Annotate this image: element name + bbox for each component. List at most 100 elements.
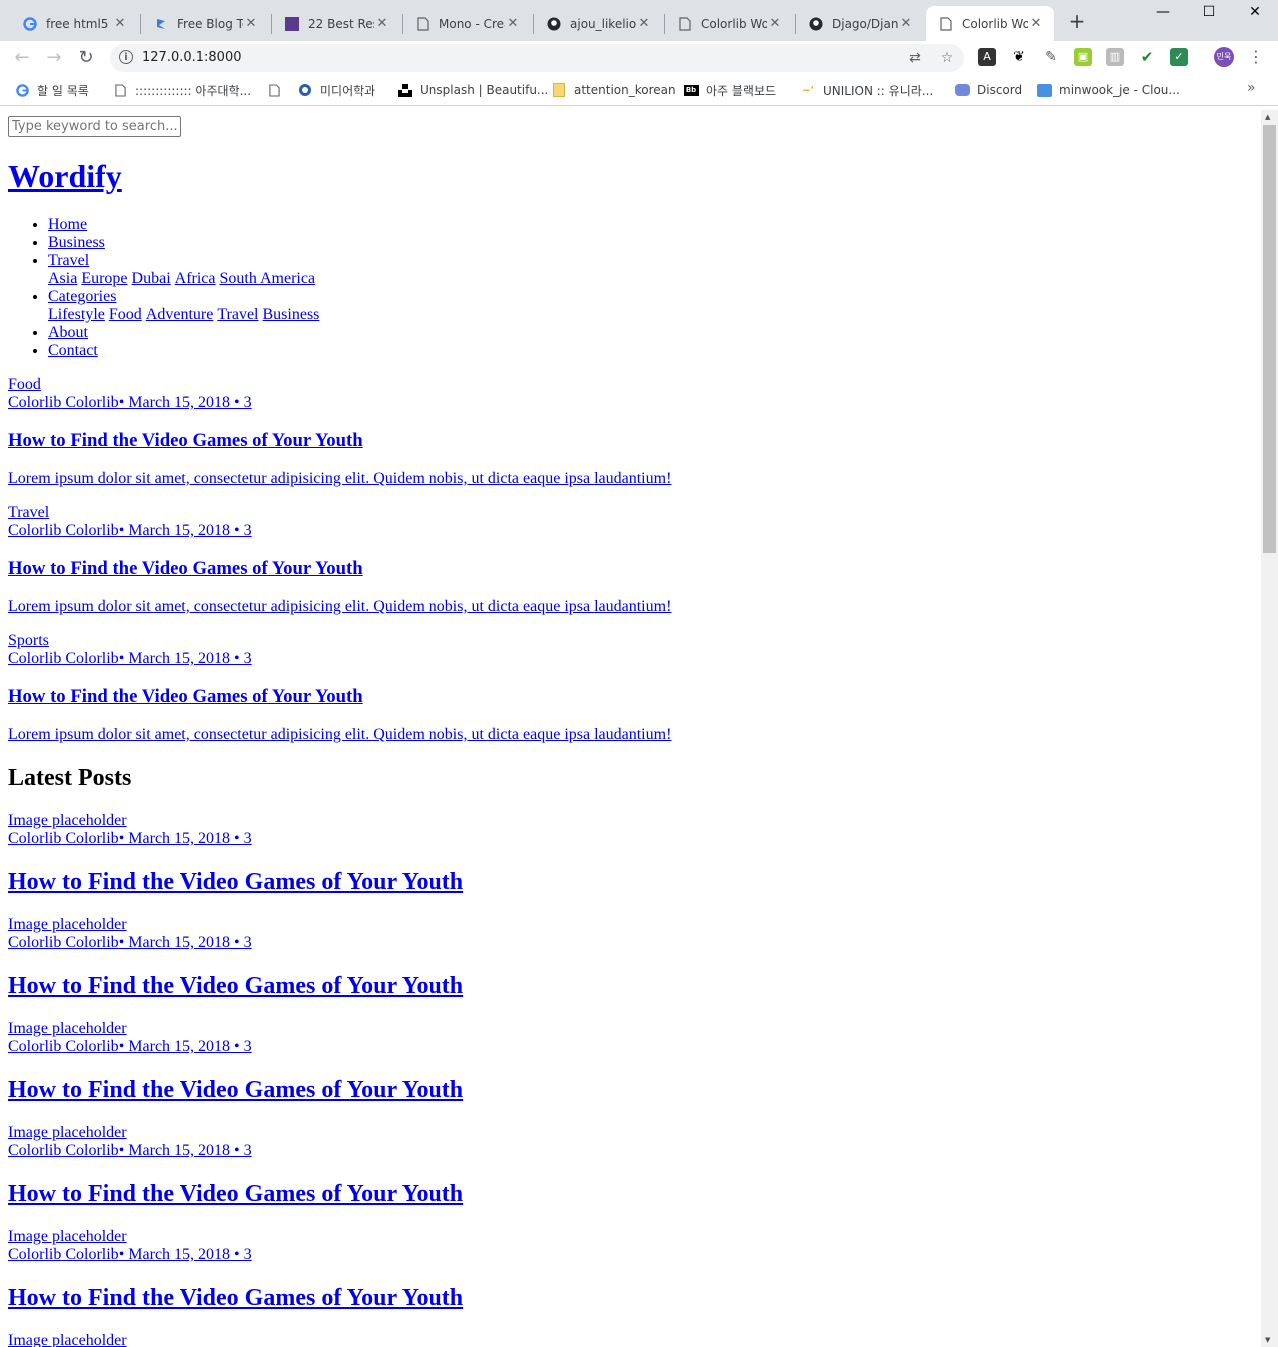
close-window-button[interactable]: ✕ [1232, 0, 1278, 28]
post-title-link[interactable]: How to Find the Video Games of Your Yout… [8, 869, 463, 895]
browser-tab[interactable]: Mono - Crea ✕ [403, 6, 531, 41]
bookmark-item[interactable]: :::::::::::::: 아주대학... [112, 81, 251, 99]
nav-link-home[interactable]: Home [48, 216, 87, 233]
nav-link-categories[interactable]: Categories [48, 288, 116, 305]
post-title-link[interactable]: How to Find the Video Games of Your Yout… [8, 1077, 463, 1103]
browser-tab-active[interactable]: Colorlib Wo ✕ [926, 6, 1054, 41]
latest-post: Image placeholder Colorlib Colorlib• Mar… [8, 1228, 1253, 1312]
bookmarks-overflow-button[interactable]: » [1247, 80, 1256, 96]
bookmark-item[interactable]: 미디어학과 [297, 81, 375, 99]
post-category-link[interactable]: Food [8, 376, 1253, 394]
extension-icon[interactable]: ❦ [1010, 48, 1028, 66]
translate-icon[interactable]: ⇄ [906, 49, 924, 67]
post-image-alt[interactable]: Image placeholder [8, 1124, 1253, 1142]
post-category-link[interactable]: Sports [8, 632, 1253, 650]
post-meta-link[interactable]: Colorlib Colorlib• March 15, 2018 • 3 [8, 1142, 1253, 1160]
close-tab-icon[interactable]: ✕ [505, 16, 521, 31]
post-title-link[interactable]: How to Find the Video Games of Your Yout… [8, 686, 363, 707]
scrollbar-thumb[interactable] [1263, 125, 1276, 553]
post-title-link[interactable]: How to Find the Video Games of Your Yout… [8, 1181, 463, 1207]
minimize-button[interactable]: — [1140, 0, 1186, 28]
post-title-link[interactable]: How to Find the Video Games of Your Yout… [8, 430, 363, 451]
page-scrollbar[interactable]: ▲ ▼ [1261, 110, 1278, 1347]
scroll-down-arrow-icon[interactable]: ▼ [1265, 1336, 1270, 1344]
post-category-link[interactable]: Travel [8, 504, 1253, 522]
post-meta-link[interactable]: Colorlib Colorlib• March 15, 2018 • 3 [8, 394, 1253, 412]
browser-tab[interactable]: ajou_likelion ✕ [534, 6, 662, 41]
bookmark-item[interactable] [266, 81, 289, 99]
post-meta-link[interactable]: Colorlib Colorlib• March 15, 2018 • 3 [8, 650, 1253, 668]
bookmark-item[interactable]: attention_korean [551, 81, 676, 99]
submenu-link[interactable]: Lifestyle [48, 306, 105, 323]
categories-submenu: Lifestyle Food Adventure Travel Business [48, 306, 1253, 324]
submenu-link[interactable]: Food [109, 306, 142, 323]
browser-tab[interactable]: 22 Best Resp ✕ [272, 6, 400, 41]
menu-icon[interactable]: ⋮ [1248, 45, 1264, 69]
post-meta-link[interactable]: Colorlib Colorlib• March 15, 2018 • 3 [8, 522, 1253, 540]
browser-tab[interactable]: free html5 b ✕ [10, 6, 138, 41]
close-tab-icon[interactable]: ✕ [374, 16, 390, 31]
check-box-extension-icon[interactable]: ✓ [1170, 48, 1188, 66]
cloud-icon [1036, 82, 1052, 98]
close-tab-icon[interactable]: ✕ [898, 16, 914, 31]
nav-link-contact[interactable]: Contact [48, 342, 98, 359]
close-tab-icon[interactable]: ✕ [767, 16, 783, 31]
browser-tab[interactable]: Colorlib Wo ✕ [665, 6, 793, 41]
browser-tab[interactable]: Free Blog Te ✕ [141, 6, 269, 41]
post-image-alt[interactable]: Image placeholder [8, 916, 1253, 934]
close-tab-icon[interactable]: ✕ [243, 16, 259, 31]
post-image-alt[interactable]: Image placeholder [8, 1228, 1253, 1246]
profile-avatar[interactable]: 민욱 [1214, 47, 1234, 67]
post-meta-link[interactable]: Colorlib Colorlib• March 15, 2018 • 3 [8, 1246, 1253, 1264]
submenu-link[interactable]: Travel [217, 306, 258, 323]
post-excerpt-link[interactable]: Lorem ipsum dolor sit amet, consectetur … [8, 470, 671, 487]
submenu-link[interactable]: Europe [81, 270, 127, 287]
submenu-link[interactable]: Asia [48, 270, 77, 287]
post-image-alt[interactable]: Image placeholder [8, 1332, 1253, 1347]
browser-tab[interactable]: Djago/Djang ✕ [796, 6, 924, 41]
post-image-alt[interactable]: Image placeholder [8, 812, 1253, 830]
post-excerpt-link[interactable]: Lorem ipsum dolor sit amet, consectetur … [8, 726, 671, 743]
submenu-link[interactable]: Africa [175, 270, 216, 287]
forward-button[interactable]: → [43, 47, 65, 69]
bookmark-item[interactable]: ~' UNILION :: 유니라... [800, 81, 933, 99]
close-tab-icon[interactable]: ✕ [636, 16, 652, 31]
nav-link-business[interactable]: Business [48, 234, 105, 251]
bookmark-item[interactable]: Discord [954, 81, 1022, 99]
submenu-link[interactable]: Adventure [146, 306, 214, 323]
post-meta-link[interactable]: Colorlib Colorlib• March 15, 2018 • 3 [8, 1038, 1253, 1056]
extension-icon[interactable]: A [978, 48, 996, 66]
site-info-icon[interactable]: i [119, 50, 133, 64]
close-tab-icon[interactable]: ✕ [112, 16, 128, 31]
back-button[interactable]: ← [11, 47, 33, 69]
bookmark-item[interactable]: Bb 아주 블랙보드 [683, 81, 776, 99]
nav-link-about[interactable]: About [48, 324, 88, 341]
new-tab-button[interactable]: + [1066, 10, 1088, 32]
site-logo-link[interactable]: Wordify [8, 158, 122, 194]
submenu-link[interactable]: South America [220, 270, 316, 287]
eyedropper-icon[interactable]: ✎ [1042, 48, 1060, 66]
close-tab-icon[interactable]: ✕ [1028, 16, 1044, 31]
submenu-link[interactable]: Business [263, 306, 320, 323]
maximize-button[interactable]: ☐ [1186, 0, 1232, 28]
address-bar[interactable]: i 127.0.0.1:8000 ⇄ ☆ [110, 44, 964, 72]
post-title-link[interactable]: How to Find the Video Games of Your Yout… [8, 973, 463, 999]
bookmark-item[interactable]: 할 일 목록 [14, 81, 89, 99]
bookmark-item[interactable]: minwook_je - Clou... [1036, 81, 1180, 99]
submenu-link[interactable]: Dubai [132, 270, 171, 287]
post-meta-link[interactable]: Colorlib Colorlib• March 15, 2018 • 3 [8, 934, 1253, 952]
post-image-alt[interactable]: Image placeholder [8, 1020, 1253, 1038]
post-meta-link[interactable]: Colorlib Colorlib• March 15, 2018 • 3 [8, 830, 1253, 848]
post-title-link[interactable]: How to Find the Video Games of Your Yout… [8, 558, 363, 579]
check-extension-icon[interactable]: ✔ [1138, 48, 1156, 66]
bookmark-star-icon[interactable]: ☆ [938, 49, 956, 67]
image-extension-icon[interactable]: ▣ [1074, 48, 1092, 66]
post-excerpt-link[interactable]: Lorem ipsum dolor sit amet, consectetur … [8, 598, 671, 615]
extension-icon[interactable]: ▥ [1106, 48, 1124, 66]
nav-link-travel[interactable]: Travel [48, 252, 89, 269]
post-title-link[interactable]: How to Find the Video Games of Your Yout… [8, 1285, 463, 1311]
search-input[interactable] [8, 116, 181, 137]
scroll-up-arrow-icon[interactable]: ▲ [1265, 113, 1270, 121]
bookmark-item[interactable]: Unsplash | Beautifu... [397, 81, 548, 99]
reload-button[interactable]: ↻ [75, 47, 97, 69]
